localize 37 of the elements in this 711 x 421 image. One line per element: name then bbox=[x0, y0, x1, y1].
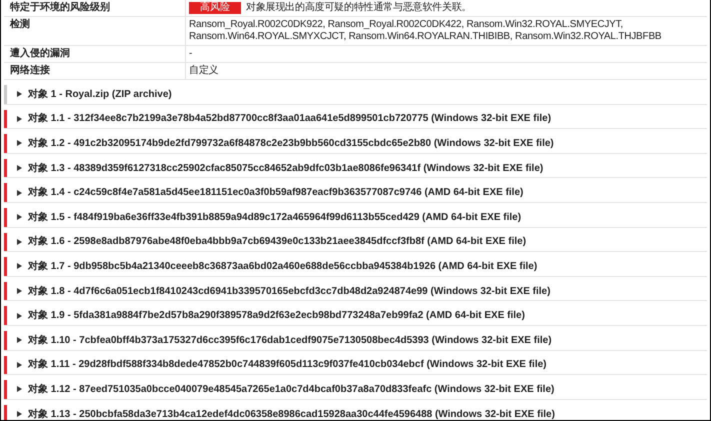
property-label: 特定于环境的风险级别 bbox=[4, 0, 186, 16]
object-title: 对象 1.10 - 7cbfea0bff4b373a175327d6cc395f6c176dab1cedf9075e7130508bec4d5393 (Windows 32-bit EXE file) bbox=[28, 334, 552, 348]
object-title: 对象 1.6 - 2598e8adb87976abe48f0eba4bbb9a7cb69439e0c133b21aee3845dfccf3fb8f (AMD 64-bit EXE file) bbox=[28, 234, 526, 250]
object-title: 对象 1.8 - 4d7f6c6a051ecb1f8410243cd6941b339570165ebcfd3cc7db48d2a924874e99 (Windows 32-bit EXE file) bbox=[28, 284, 550, 299]
property-label: 网络连接 bbox=[4, 63, 186, 79]
object-title: 对象 1.1 - 312f34ee8c7b2199a3e78b4a52bd87700cc8f3aa01aa641e5d899501cb720775 (Windows 32-bit EXE file) bbox=[28, 112, 552, 126]
object-title: 对象 1.12 - 87eed751035a0bcce040079e48545a7265e1a0c7d4bcaf0b37a8a70d833feafc (Windows 32-bit EXE file) bbox=[28, 382, 554, 397]
risk-badge: 高风险 bbox=[189, 2, 241, 14]
object-row[interactable]: 对象 1.3 - 48389d359f6127318cc25902cfac85075cc84652ab9dfc03b1ae8086fe96341f (Windows 32-bit EXE file) bbox=[4, 158, 707, 178]
object-row[interactable]: 对象 1.8 - 4d7f6c6a051ecb1f8410243cd6941b339570165ebcfd3cc7db48d2a924874e99 (Windows 32-bit EXE file) bbox=[4, 282, 707, 302]
object-row[interactable]: 对象 1.5 - f484f919ba6e36ff33e4fb391b8859a94d89c172a465964f99d6113b55ced429 (AMD 64-bit EXE file) bbox=[4, 208, 707, 228]
object-title: 对象 1.7 - 9db958bc5b4a21340ceeeb8c36873aa6bd02a460e688de56ccbba945384b1926 (AMD 64-bit EXE file) bbox=[28, 260, 538, 274]
object-row[interactable]: 对象 1.6 - 2598e8adb87976abe48f0eba4bbb9a7cb69439e0c133b21aee3845dfccf3fb8f (AMD 64-bit EXE file) bbox=[4, 232, 707, 252]
object-title: 对象 1.2 - 491c2b32095174b9de2fd799732a6f84878c2e23b9bb560cd3155cbdc65e2b80 (Windows 32-bit EXE file) bbox=[28, 136, 554, 151]
object-title: 对象 1.4 - c24c59c8f4e7a581a5d45ee181151ec0a3f0b59af987eacf9b363577087c9746 (AMD 64-bit EXE file) bbox=[28, 186, 524, 200]
object-title: 对象 1 - Royal.zip (ZIP archive) bbox=[28, 88, 172, 102]
object-row[interactable]: 对象 1.10 - 7cbfea0bff4b373a175327d6cc395f6c176dab1cedf9075e7130508bec4d5393 (Windows 32-bit EXE file) bbox=[4, 330, 707, 351]
object-title: 对象 1.13 - 250bcbfa58da3e713b4ca12edef4dc06358e8986cad15928aa30c44fe4596488 (Windows 32-bit EXE file) bbox=[28, 408, 555, 420]
object-row[interactable]: 对象 1.1 - 312f34ee8c7b2199a3e78b4a52bd87700cc8f3aa01aa641e5d899501cb720775 (Windows 32-bit EXE file) bbox=[4, 110, 707, 130]
object-row[interactable]: 对象 1.7 - 9db958bc5b4a21340ceeeb8c36873aa6bd02a460e688de56ccbba945384b1926 (AMD 64-bit EXE file) bbox=[4, 257, 707, 277]
object-row[interactable]: 对象 1.13 - 250bcbfa58da3e713b4ca12edef4dc06358e8986cad15928aa30c44fe4596488 (Windows 32-bit EXE file) bbox=[4, 404, 707, 420]
object-title: 对象 1.3 - 48389d359f6127318cc25902cfac85075cc84652ab9dfc03b1ae8086fe96341f (Windows 32-bit EXE file) bbox=[28, 162, 544, 176]
object-row[interactable]: 对象 1 - Royal.zip (ZIP archive) bbox=[4, 85, 707, 105]
property-value: 自定义 bbox=[189, 65, 218, 77]
property-value: 对象展现出的高度可疑的特性通常与恶意软件关联。 bbox=[246, 2, 472, 14]
object-row[interactable]: 对象 1.12 - 87eed751035a0bcce040079e48545a7265e1a0c7d4bcaf0b37a8a70d833feafc (Windows 32-bit EXE file) bbox=[4, 380, 707, 400]
object-row[interactable]: 对象 1.4 - c24c59c8f4e7a581a5d45ee181151ec0a3f0b59af987eacf9b363577087c9746 (AMD 64-bit EXE file) bbox=[4, 183, 707, 203]
property-label: 遭入侵的漏洞 bbox=[4, 46, 186, 62]
property-value: - bbox=[189, 48, 192, 60]
object-title: 对象 1.11 - 29d28fbdf588f334b8dede47852b0c744839f605d113c9f037fe410cb034ebcf (Windows 32-bit EXE file) bbox=[28, 358, 547, 372]
object-row[interactable]: 对象 1.11 - 29d28fbdf588f334b8dede47852b0c744839f605d113c9f037fe410cb034ebcf (Windows 32-bit EXE file) bbox=[4, 356, 707, 376]
object-title: 对象 1.9 - 5fda381a9884f7be2d57b8a290f389578a9d2f63e2ecb98bd773248a7eb99fa2 (AMD 64-bit EXE file) bbox=[28, 308, 525, 324]
property-value: Ransom_Royal.R002C0DK922, Ransom_Royal.R002C0DK422, Ransom.Win32.ROYAL.SMYECJYT, Ransom.Win64.ROYAL.SMYXCJCT, Ransom.Win64.ROYALRAN.THIBIBB, Ransom.Win32.ROYAL.THJBFBB bbox=[189, 19, 662, 43]
object-row[interactable]: 对象 1.9 - 5fda381a9884f7be2d57b8a290f389578a9d2f63e2ecb98bd773248a7eb99fa2 (AMD 64-bit EXE file) bbox=[4, 306, 707, 326]
object-title: 对象 1.5 - f484f919ba6e36ff33e4fb391b8859a94d89c172a465964f99d6113b55ced429 (AMD 64-bit EXE file) bbox=[28, 210, 522, 225]
property-label: 检测 bbox=[4, 17, 186, 45]
object-row[interactable]: 对象 1.2 - 491c2b32095174b9de2fd799732a6f84878c2e23b9bb560cd3155cbdc65e2b80 (Windows 32-bit EXE file) bbox=[4, 134, 707, 154]
